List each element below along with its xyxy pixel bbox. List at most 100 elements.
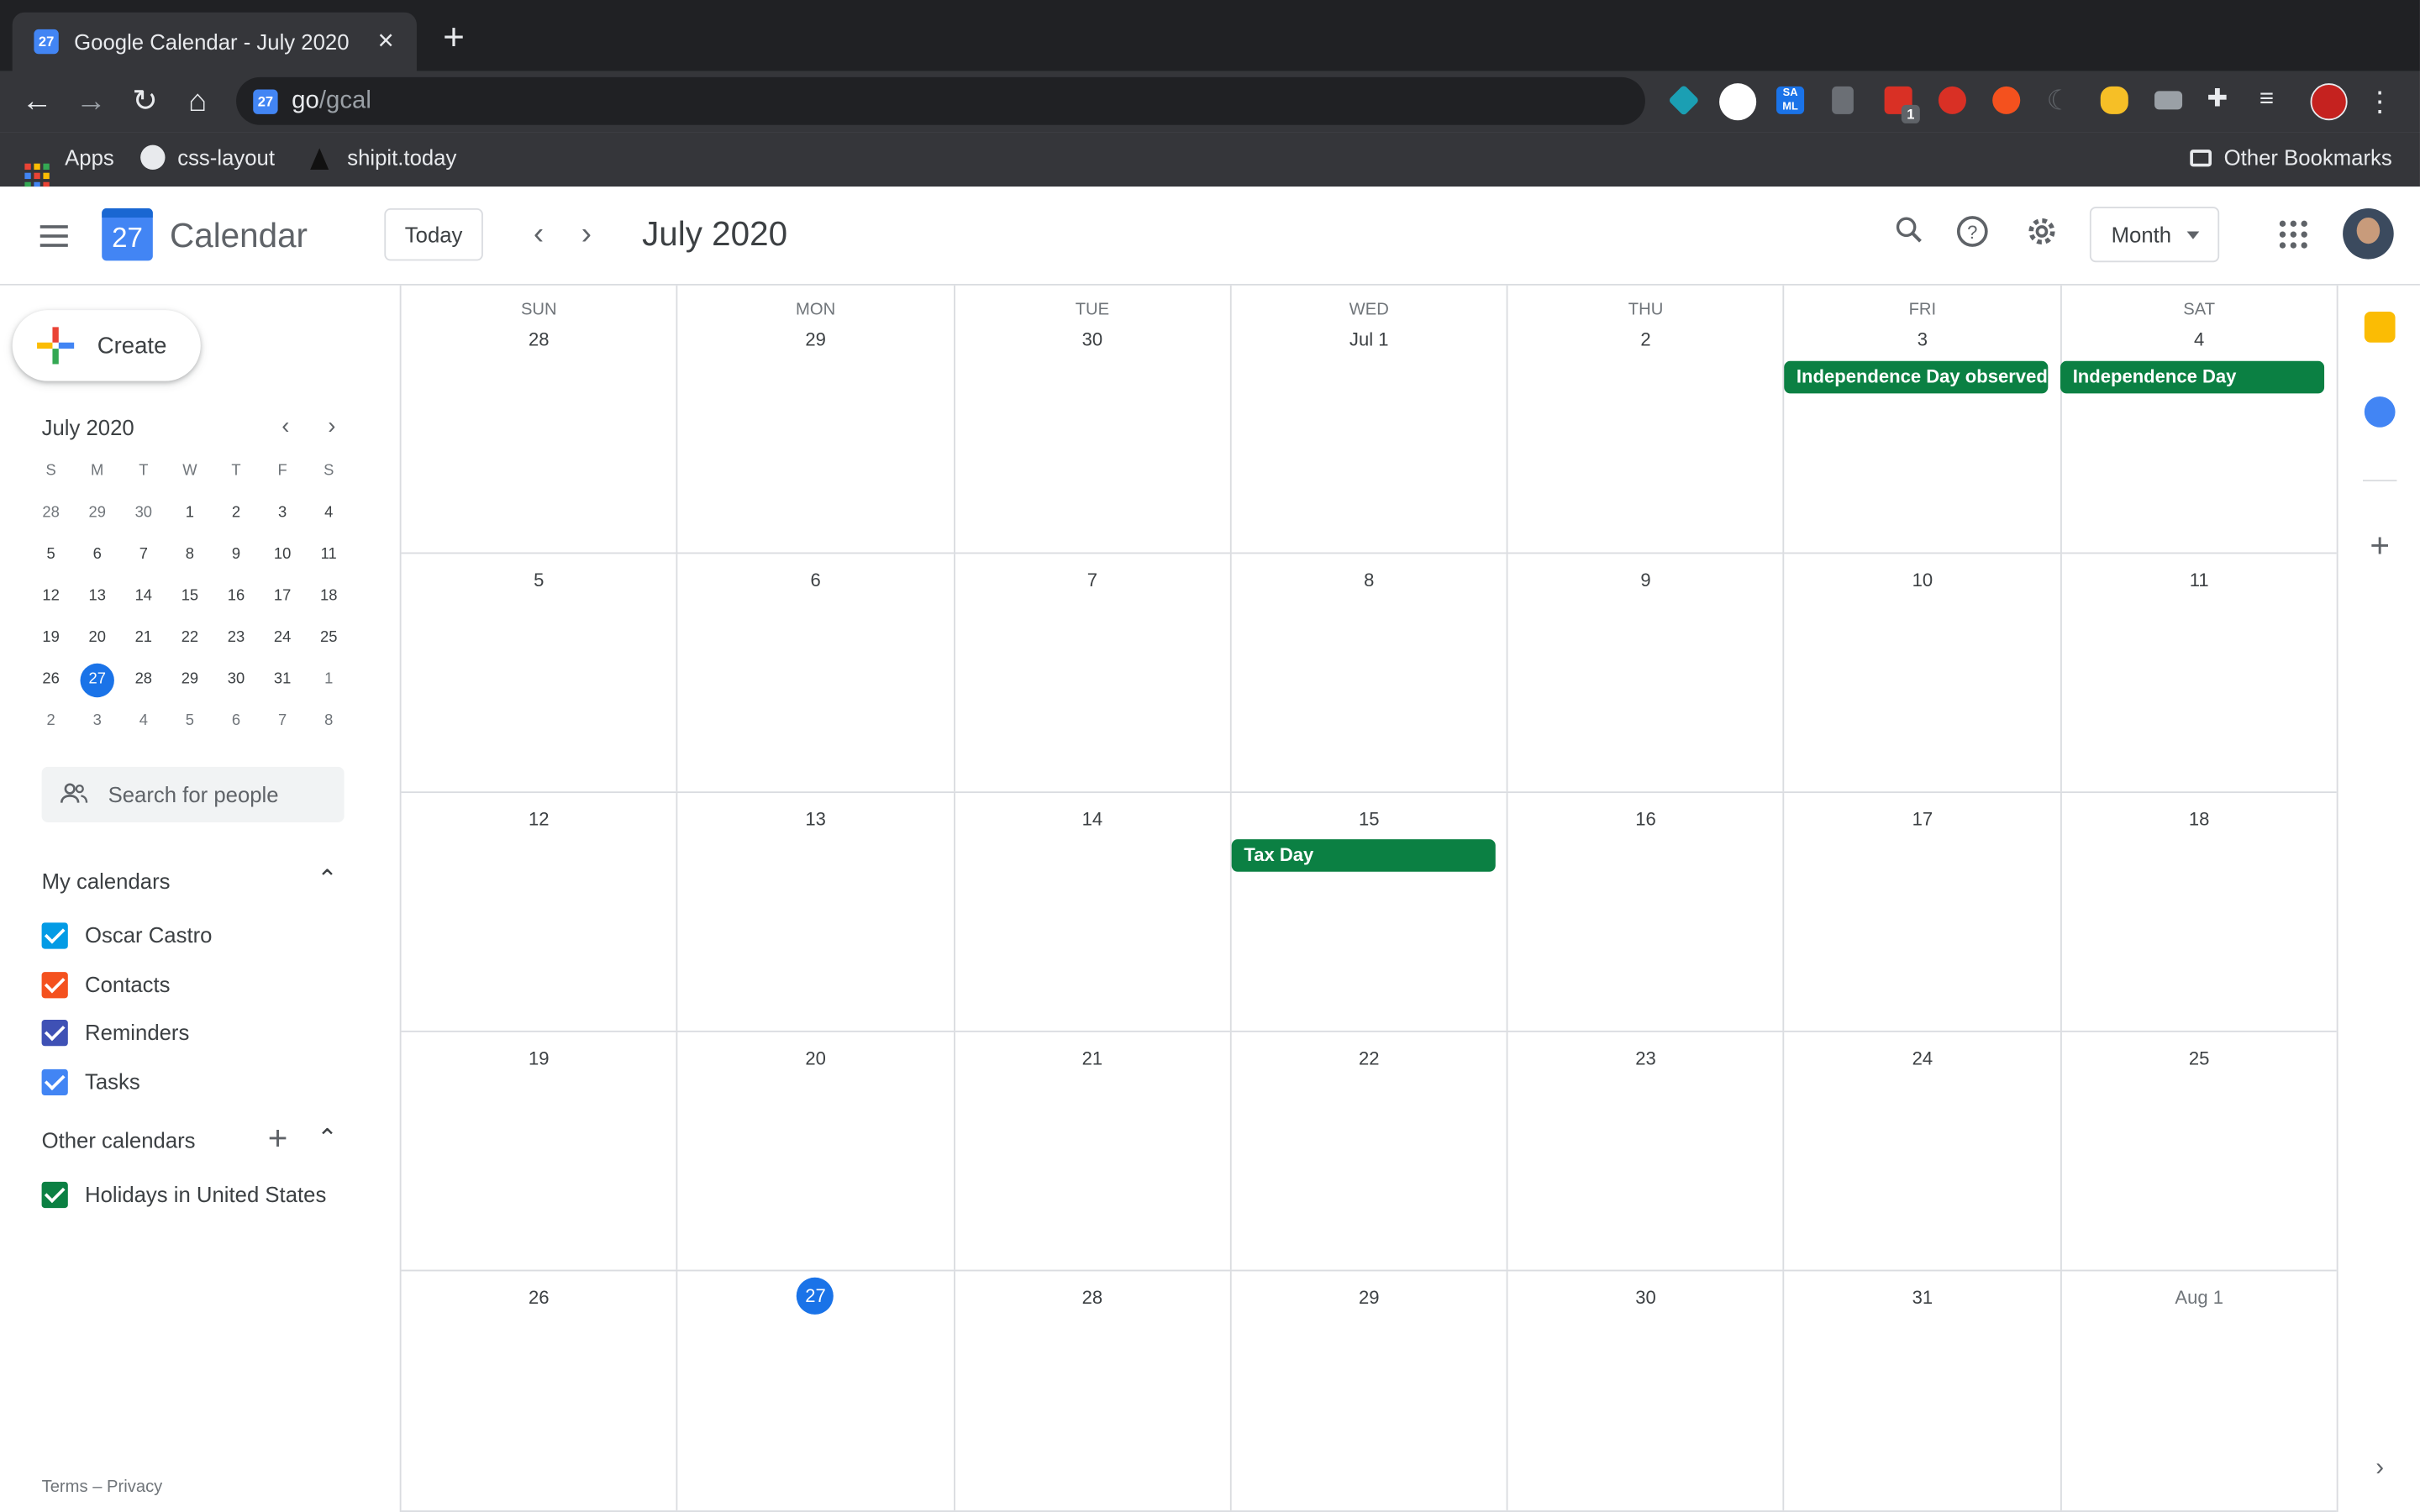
bookmark-shipit[interactable]: shipit.today: [310, 145, 456, 173]
back-icon[interactable]: ←: [15, 81, 58, 123]
extension-orange-icon[interactable]: [1992, 86, 2021, 114]
day-number[interactable]: 5: [402, 570, 676, 591]
mini-day[interactable]: 3: [260, 496, 306, 538]
mini-day[interactable]: 24: [260, 622, 306, 664]
day-number[interactable]: 11: [2061, 570, 2336, 591]
day-number[interactable]: 16: [1508, 808, 1783, 830]
mini-day[interactable]: 14: [120, 580, 166, 622]
main-menu-icon[interactable]: [35, 221, 72, 252]
today-button[interactable]: Today: [384, 207, 483, 261]
browser-tab[interactable]: 27 Google Calendar - July 2020 ×: [12, 12, 417, 71]
mini-day[interactable]: 31: [260, 664, 306, 706]
extension-circle-icon[interactable]: [1719, 83, 1757, 121]
mini-day[interactable]: 29: [74, 496, 120, 538]
url-text[interactable]: go/gcal: [292, 88, 371, 116]
day-number[interactable]: 19: [402, 1047, 676, 1069]
day-cell[interactable]: TUE 30: [955, 285, 1232, 553]
day-number[interactable]: 28: [955, 1287, 1229, 1309]
mini-day[interactable]: 28: [28, 496, 74, 538]
mini-day[interactable]: 7: [260, 705, 306, 747]
extension-stop-icon[interactable]: [1938, 86, 1966, 114]
day-cell[interactable]: 24: [1785, 1032, 2062, 1270]
day-number[interactable]: 6: [678, 570, 953, 591]
next-period-icon[interactable]: ›: [566, 214, 607, 255]
day-cell[interactable]: 8: [1231, 554, 1508, 792]
day-number[interactable]: 7: [955, 570, 1229, 591]
day-cell[interactable]: 25: [2061, 1032, 2338, 1270]
mini-day[interactable]: 5: [166, 705, 213, 747]
day-cell[interactable]: 5: [402, 554, 678, 792]
account-avatar[interactable]: [2343, 207, 2394, 260]
day-number[interactable]: 18: [2061, 808, 2336, 830]
day-cell[interactable]: SAT 4: [2061, 285, 2338, 553]
mini-day[interactable]: 16: [213, 580, 259, 622]
day-cell[interactable]: 10: [1785, 554, 2062, 792]
mini-day[interactable]: 2: [28, 705, 74, 747]
day-number[interactable]: 3: [1785, 328, 2060, 350]
day-number[interactable]: 14: [955, 808, 1229, 830]
mini-day[interactable]: 27: [74, 663, 120, 706]
day-cell[interactable]: 23: [1508, 1032, 1786, 1270]
day-cell[interactable]: SUN 28: [402, 285, 678, 553]
mini-day[interactable]: 4: [306, 496, 352, 538]
day-cell[interactable]: 11: [2061, 554, 2338, 792]
browser-menu-icon[interactable]: ⋮: [2365, 81, 2396, 123]
day-cell[interactable]: 21: [955, 1032, 1232, 1270]
day-number[interactable]: 13: [678, 808, 953, 830]
day-cell[interactable]: FRI 3: [1785, 285, 2062, 553]
day-cell[interactable]: Aug 1: [2061, 1271, 2338, 1511]
close-tab-icon[interactable]: ×: [371, 24, 402, 55]
mini-day[interactable]: 3: [74, 705, 120, 747]
mini-day[interactable]: 19: [28, 622, 74, 664]
forward-icon[interactable]: →: [70, 81, 113, 123]
expand-panel-icon[interactable]: ›: [2363, 1452, 2396, 1485]
people-search-input[interactable]: Search for people: [41, 766, 345, 822]
mini-day[interactable]: 4: [120, 705, 166, 747]
mini-day[interactable]: 23: [213, 622, 259, 664]
mini-day[interactable]: 30: [213, 664, 259, 706]
reload-icon[interactable]: ↻: [124, 81, 166, 123]
mini-day[interactable]: 8: [166, 538, 213, 580]
mini-day[interactable]: 12: [28, 580, 74, 622]
address-bar[interactable]: 27 go/gcal: [236, 76, 1645, 125]
tasks-icon[interactable]: [2364, 396, 2396, 428]
bookmark-css-layout[interactable]: css-layout: [140, 144, 275, 173]
mini-day[interactable]: 29: [166, 664, 213, 706]
day-number[interactable]: 27: [678, 1277, 953, 1315]
footer-links[interactable]: Terms – Privacy: [42, 1478, 163, 1497]
day-cell[interactable]: 18: [2061, 793, 2338, 1031]
checkbox-checked-icon[interactable]: [41, 1181, 68, 1209]
search-icon[interactable]: [1889, 213, 1929, 253]
day-number[interactable]: 28: [402, 328, 676, 350]
day-number[interactable]: Jul 1: [1231, 328, 1506, 350]
new-tab-icon[interactable]: +: [437, 19, 471, 56]
profile-avatar[interactable]: [2310, 83, 2348, 121]
day-cell[interactable]: 27: [678, 1271, 955, 1511]
day-number[interactable]: 15: [1231, 808, 1506, 830]
mini-day[interactable]: 2: [213, 496, 259, 538]
day-cell[interactable]: 31: [1785, 1271, 2062, 1511]
mini-day[interactable]: 5: [28, 538, 74, 580]
mini-day[interactable]: 8: [306, 705, 352, 747]
day-number[interactable]: 30: [955, 328, 1229, 350]
other-calendars-title[interactable]: Other calendars: [42, 1128, 196, 1152]
day-number[interactable]: 25: [2061, 1047, 2336, 1069]
day-number[interactable]: 29: [678, 328, 953, 350]
mini-day[interactable]: 10: [260, 538, 306, 580]
day-cell[interactable]: 7: [955, 554, 1232, 792]
mini-day[interactable]: 13: [74, 580, 120, 622]
day-number[interactable]: 17: [1785, 808, 2060, 830]
day-cell[interactable]: THU 2: [1508, 285, 1786, 553]
extension-moon-icon[interactable]: ☾: [2046, 87, 2074, 114]
checkbox-checked-icon[interactable]: [41, 1068, 68, 1095]
day-number[interactable]: 12: [402, 808, 676, 830]
mini-day[interactable]: 22: [166, 622, 213, 664]
bookmark-apps[interactable]: Apps: [24, 145, 114, 189]
day-cell[interactable]: 30: [1508, 1271, 1786, 1511]
my-calendars-title[interactable]: My calendars: [42, 869, 171, 893]
day-cell[interactable]: 20: [678, 1032, 955, 1270]
mini-day[interactable]: 9: [213, 538, 259, 580]
extension-saml-icon[interactable]: SA ML: [1776, 86, 1805, 114]
day-cell[interactable]: 14: [955, 793, 1232, 1031]
day-cell[interactable]: MON 29: [678, 285, 955, 553]
